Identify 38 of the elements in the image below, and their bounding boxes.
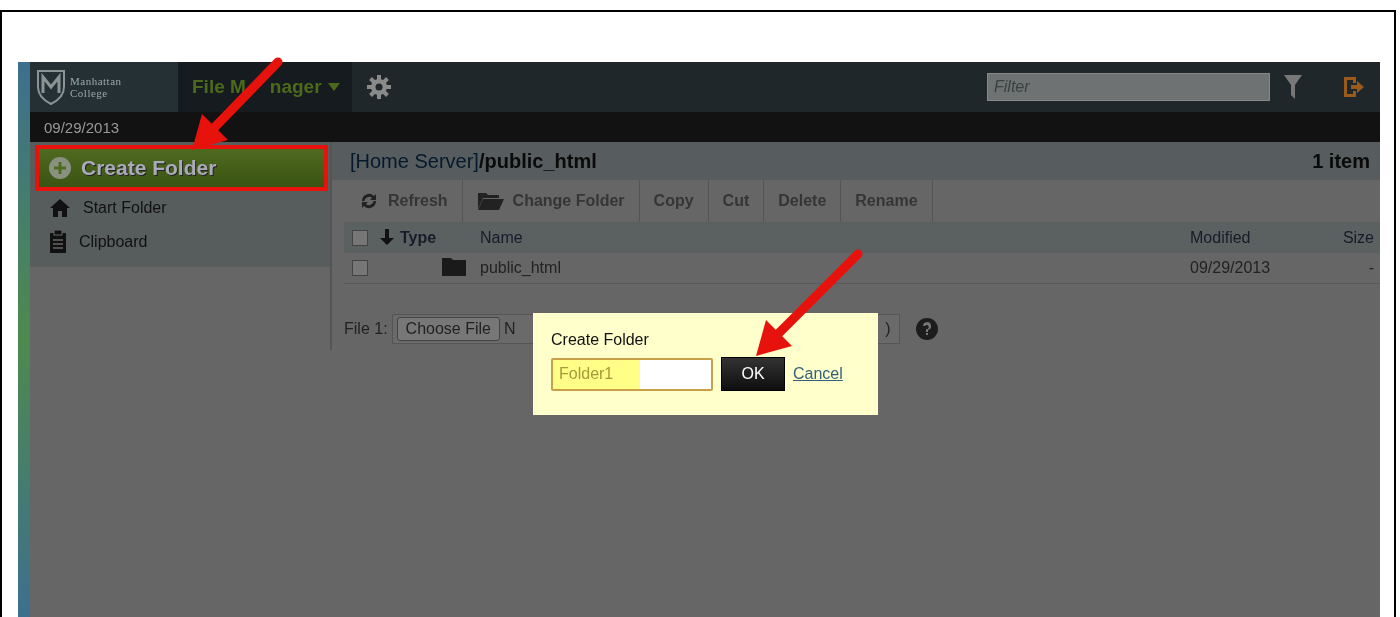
column-header[interactable]: Type [374,228,474,247]
folder-icon [442,256,466,276]
server-path[interactable]: [Home Server] [350,149,479,173]
create-folder-button[interactable]: Create Folder [35,145,328,191]
file-label: File 1: [344,320,388,338]
folder-name-field[interactable]: Folder1 [551,357,713,391]
logout-icon[interactable] [1342,75,1364,99]
table-cell-text: public_html [479,259,562,277]
funnel-icon[interactable] [1284,75,1302,99]
file-status: N [503,320,516,338]
current-date: 09/29/2013 [44,118,120,136]
column-header[interactable]: Size [1294,228,1380,247]
select-all-checkbox[interactable] [352,229,368,246]
column-header[interactable]: Name [474,228,1128,247]
upload-field-text: ) [885,320,891,338]
row-checkbox[interactable] [352,260,368,276]
help-icon[interactable] [915,318,938,340]
ok-button[interactable]: OK [721,357,785,391]
folder-path: /public_html [478,149,597,173]
choose-file-button[interactable]: Choose File [396,317,500,341]
settings-icon[interactable] [366,74,392,100]
sidebar-item[interactable]: Start Folder [35,191,328,225]
table-cell-text: 09/29/2013 [1189,259,1272,277]
college-name: Manhattan College [70,75,122,99]
plus-circle-icon [49,157,71,179]
folder-icon [476,191,505,211]
column-header[interactable]: Modified [1184,228,1294,247]
shield-logo-icon [36,69,66,105]
clipboard-icon [49,230,67,254]
table-cell-text: - [1367,259,1375,277]
down-arrow-icon [380,228,394,245]
dialog-title: Create Folder [551,331,650,349]
item-count: 1 item [1312,149,1370,173]
home-icon [49,198,71,218]
sidebar-item[interactable]: Clipboard [35,225,328,259]
caret-icon [327,83,340,91]
file-manager-menu[interactable]: File M nager [178,62,352,112]
cancel-link[interactable]: Cancel [793,365,843,383]
